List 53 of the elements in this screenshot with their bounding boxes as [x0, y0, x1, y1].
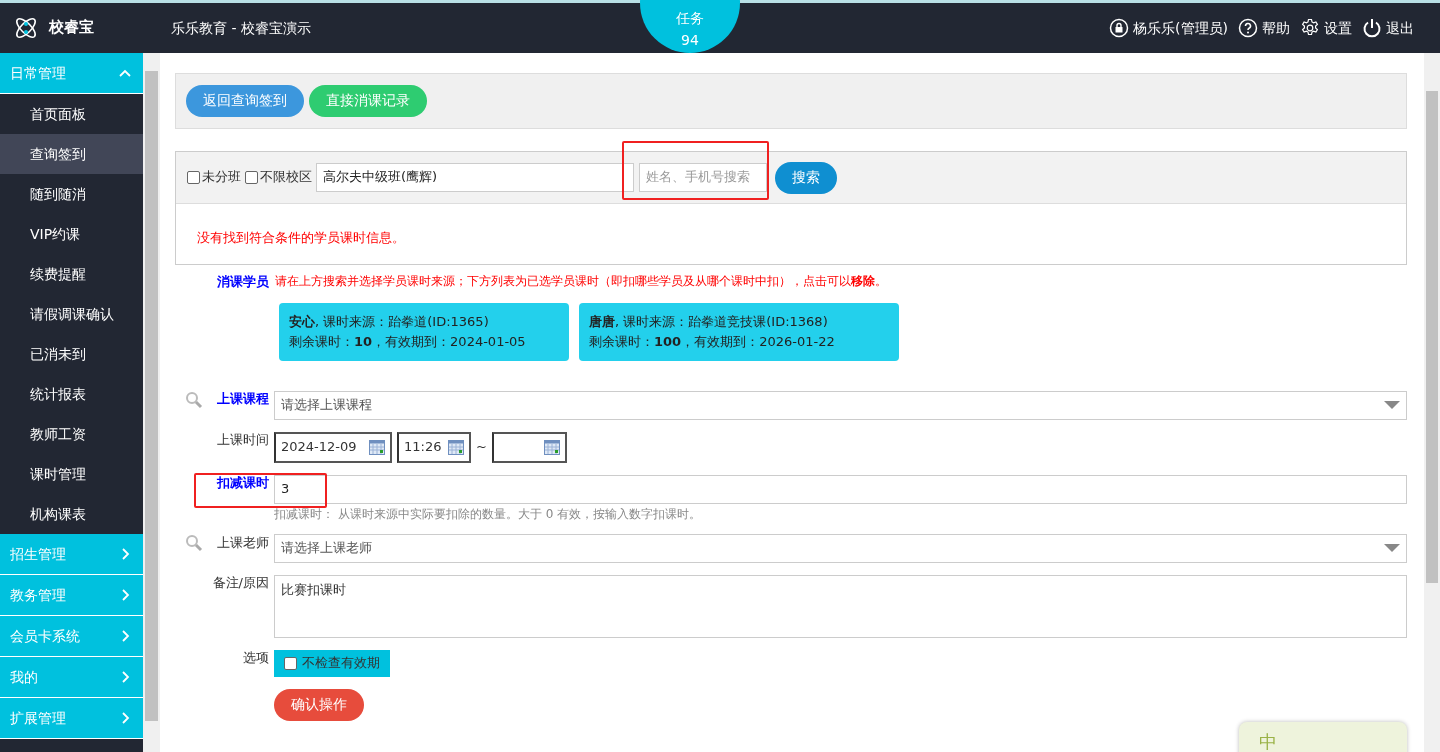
- field-label: 上课课程: [217, 391, 269, 409]
- caret-icon: [1384, 544, 1400, 554]
- lock-icon: [1109, 18, 1130, 38]
- calendar-icon[interactable]: [369, 439, 385, 455]
- select-field[interactable]: 请选择上课老师: [274, 534, 1407, 564]
- student-card[interactable]: 安心, 课时来源：跆拳道(ID:1365) 剩余课时：10，有效期到：2024-01-05: [279, 302, 569, 361]
- students-label: 消课学员: [217, 273, 269, 291]
- field-label: 备注/原因: [212, 575, 269, 593]
- select-field[interactable]: 请选择上课课程: [274, 390, 1407, 420]
- filter-checkbox[interactable]: 不限校区: [245, 169, 312, 186]
- student-card[interactable]: 唐唐, 课时来源：跆拳道竞技课(ID:1368) 剩余课时：100，有效期到：2026-01-22: [579, 302, 899, 361]
- search-icon: [185, 534, 203, 553]
- no-result-message: 没有找到符合条件的学员课时信息。: [196, 229, 406, 247]
- organization-name: 乐乐教育 - 校睿宝演示: [171, 18, 311, 38]
- app-name: 校睿宝: [49, 18, 94, 38]
- chevron-right-icon: [119, 548, 131, 560]
- field-label: 扣减课时: [217, 474, 269, 492]
- caret-icon: [1384, 400, 1400, 410]
- time-field[interactable]: 11:26: [397, 431, 471, 463]
- date-field[interactable]: 2024-12-09: [274, 431, 392, 463]
- search-icon: [185, 390, 203, 409]
- field-label: 上课老师: [217, 534, 269, 552]
- chevron-right-icon: [119, 630, 131, 642]
- header-link[interactable]: 退出: [1362, 18, 1414, 38]
- help-text: 扣减课时： 从课时来源中实际要扣除的数量。大于 0 有效，按输入数字扣课时。: [274, 506, 703, 523]
- power-icon: [1362, 18, 1382, 38]
- help-icon: [1238, 18, 1258, 38]
- range-separator: ~: [476, 438, 487, 456]
- user-menu[interactable]: 杨乐乐(管理员): [1109, 18, 1228, 38]
- chevron-right-icon: [119, 712, 131, 724]
- header-link[interactable]: 设置: [1300, 18, 1352, 38]
- deduct-hours-input[interactable]: 3: [274, 474, 1407, 504]
- logo-icon: [13, 15, 39, 41]
- page-scrollbar[interactable]: [1424, 53, 1440, 752]
- search-button[interactable]: 搜索: [775, 161, 837, 194]
- field-label: 选项: [243, 650, 269, 668]
- class-field[interactable]: 高尔夫中级班(鹰辉): [316, 163, 634, 192]
- chevron-up-icon: [119, 67, 131, 79]
- instruction-text: 请在上方搜索并选择学员课时来源；下方列表为已选学员课时（即扣哪些学员及从哪个课时中扣），点击可以移除。: [275, 273, 887, 290]
- menu-item[interactable]: 查询签到: [0, 134, 143, 174]
- sidebar-scrollbar[interactable]: [143, 53, 160, 752]
- settings-icon: [1300, 18, 1320, 38]
- confirm-button[interactable]: 确认操作: [274, 689, 364, 722]
- option-checkbox[interactable]: 不检查有效期: [274, 650, 390, 678]
- calendar-icon[interactable]: [543, 439, 560, 455]
- filter-checkbox[interactable]: 未分班: [187, 169, 241, 186]
- field-label: 上课时间: [217, 431, 269, 449]
- header-link[interactable]: 帮助: [1238, 18, 1290, 38]
- remark-textarea[interactable]: 比赛扣课时: [274, 575, 1407, 639]
- chevron-right-icon: [119, 671, 131, 683]
- end-time-field[interactable]: [491, 431, 567, 463]
- calendar-icon[interactable]: [448, 439, 464, 455]
- chevron-right-icon: [119, 589, 131, 601]
